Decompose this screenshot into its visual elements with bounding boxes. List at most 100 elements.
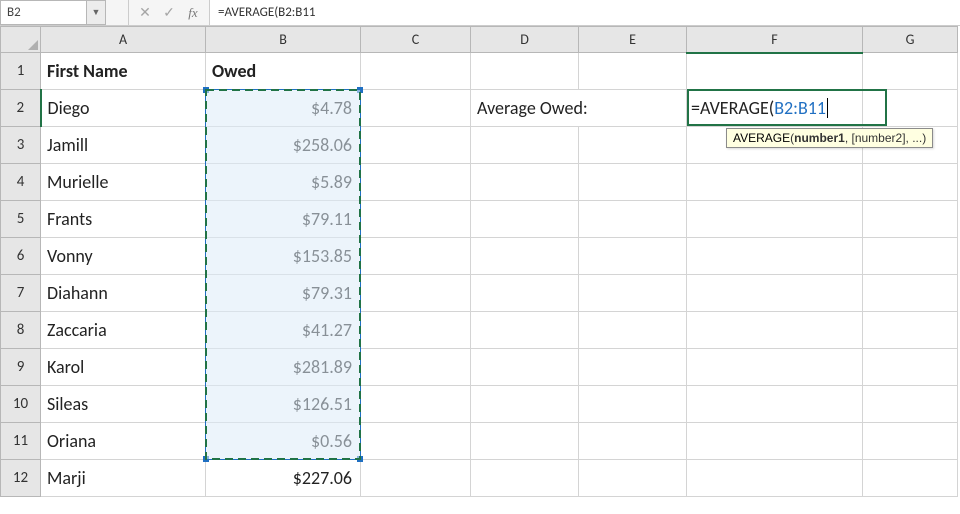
cell-F11[interactable] bbox=[687, 423, 863, 460]
cell-F4[interactable] bbox=[687, 164, 863, 201]
cell-D10[interactable] bbox=[471, 386, 579, 423]
cell-A9[interactable]: Karol bbox=[41, 349, 206, 386]
row-header-9[interactable]: 9 bbox=[1, 349, 41, 386]
row-header-11[interactable]: 11 bbox=[1, 423, 41, 460]
cell-A7[interactable]: Diahann bbox=[41, 275, 206, 312]
cell-B9[interactable]: $281.89 bbox=[206, 349, 361, 386]
cell-F6[interactable] bbox=[687, 238, 863, 275]
cell-E11[interactable] bbox=[579, 423, 687, 460]
cell-A10[interactable]: Sileas bbox=[41, 386, 206, 423]
cell-G4[interactable] bbox=[863, 164, 958, 201]
select-all-corner[interactable] bbox=[1, 27, 41, 53]
row-header-3[interactable]: 3 bbox=[1, 127, 41, 164]
formula-bar-input[interactable]: =AVERAGE(B2:B11 bbox=[209, 0, 960, 25]
row-header-4[interactable]: 4 bbox=[1, 164, 41, 201]
cell-D5[interactable] bbox=[471, 201, 579, 238]
cell-B1[interactable]: Owed bbox=[206, 53, 361, 90]
cell-G5[interactable] bbox=[863, 201, 958, 238]
cell-F8[interactable] bbox=[687, 312, 863, 349]
cell-F12[interactable] bbox=[687, 460, 863, 497]
cancel-icon[interactable]: ✕ bbox=[135, 3, 155, 23]
row-header-8[interactable]: 8 bbox=[1, 312, 41, 349]
cell-D8[interactable] bbox=[471, 312, 579, 349]
cell-G8[interactable] bbox=[863, 312, 958, 349]
cell-E5[interactable] bbox=[579, 201, 687, 238]
cell-B2[interactable]: $4.78 bbox=[206, 90, 361, 127]
cell-G9[interactable] bbox=[863, 349, 958, 386]
cell-F9[interactable] bbox=[687, 349, 863, 386]
cell-F2[interactable]: =AVERAGE(B2:B11 bbox=[687, 90, 863, 127]
cell-D2[interactable]: Average Owed: bbox=[471, 90, 687, 127]
cell-B8[interactable]: $41.27 bbox=[206, 312, 361, 349]
row-header-5[interactable]: 5 bbox=[1, 201, 41, 238]
cell-A2[interactable]: Diego bbox=[41, 90, 206, 127]
cell-D3[interactable] bbox=[471, 127, 579, 164]
cell-B12[interactable]: $227.06 bbox=[206, 460, 361, 497]
cell-A6[interactable]: Vonny bbox=[41, 238, 206, 275]
cell-E4[interactable] bbox=[579, 164, 687, 201]
cell-B5[interactable]: $79.11 bbox=[206, 201, 361, 238]
col-header-C[interactable]: C bbox=[361, 27, 471, 53]
cell-F5[interactable] bbox=[687, 201, 863, 238]
cell-F10[interactable] bbox=[687, 386, 863, 423]
cell-D6[interactable] bbox=[471, 238, 579, 275]
cell-C3[interactable] bbox=[361, 127, 471, 164]
cell-E10[interactable] bbox=[579, 386, 687, 423]
cell-D1[interactable] bbox=[471, 53, 579, 90]
cell-B7[interactable]: $79.31 bbox=[206, 275, 361, 312]
row-header-1[interactable]: 1 bbox=[1, 53, 41, 90]
cell-B3[interactable]: $258.06 bbox=[206, 127, 361, 164]
enter-icon[interactable]: ✓ bbox=[159, 3, 179, 23]
cell-E9[interactable] bbox=[579, 349, 687, 386]
cell-G2[interactable] bbox=[863, 90, 958, 127]
col-header-E[interactable]: E bbox=[579, 27, 687, 53]
cell-G6[interactable] bbox=[863, 238, 958, 275]
row-header-6[interactable]: 6 bbox=[1, 238, 41, 275]
cell-D12[interactable] bbox=[471, 460, 579, 497]
cell-C10[interactable] bbox=[361, 386, 471, 423]
cell-G10[interactable] bbox=[863, 386, 958, 423]
row-header-12[interactable]: 12 bbox=[1, 460, 41, 497]
cell-E8[interactable] bbox=[579, 312, 687, 349]
cell-C9[interactable] bbox=[361, 349, 471, 386]
cell-A3[interactable]: Jamill bbox=[41, 127, 206, 164]
cell-C1[interactable] bbox=[361, 53, 471, 90]
cell-B11[interactable]: $0.56 bbox=[206, 423, 361, 460]
row-header-10[interactable]: 10 bbox=[1, 386, 41, 423]
cell-C6[interactable] bbox=[361, 238, 471, 275]
name-box-dropdown[interactable]: ▼ bbox=[86, 0, 106, 25]
cell-E1[interactable] bbox=[579, 53, 687, 90]
col-header-A[interactable]: A bbox=[41, 27, 206, 53]
cell-F1[interactable] bbox=[687, 53, 863, 90]
cell-C11[interactable] bbox=[361, 423, 471, 460]
cell-B6[interactable]: $153.85 bbox=[206, 238, 361, 275]
cell-A8[interactable]: Zaccaria bbox=[41, 312, 206, 349]
col-header-G[interactable]: G bbox=[863, 27, 958, 53]
cell-D9[interactable] bbox=[471, 349, 579, 386]
cell-E3[interactable] bbox=[579, 127, 687, 164]
cell-G11[interactable] bbox=[863, 423, 958, 460]
cell-G12[interactable] bbox=[863, 460, 958, 497]
cell-D11[interactable] bbox=[471, 423, 579, 460]
row-header-2[interactable]: 2 bbox=[1, 90, 41, 127]
cell-A1[interactable]: First Name bbox=[41, 53, 206, 90]
name-box[interactable]: B2 bbox=[0, 0, 86, 25]
cell-E12[interactable] bbox=[579, 460, 687, 497]
cell-C5[interactable] bbox=[361, 201, 471, 238]
cell-B4[interactable]: $5.89 bbox=[206, 164, 361, 201]
cell-D4[interactable] bbox=[471, 164, 579, 201]
cell-A11[interactable]: Oriana bbox=[41, 423, 206, 460]
col-header-B[interactable]: B bbox=[206, 27, 361, 53]
col-header-F[interactable]: F bbox=[687, 27, 863, 53]
cell-F7[interactable] bbox=[687, 275, 863, 312]
cell-G7[interactable] bbox=[863, 275, 958, 312]
cell-E6[interactable] bbox=[579, 238, 687, 275]
cell-E7[interactable] bbox=[579, 275, 687, 312]
cell-C7[interactable] bbox=[361, 275, 471, 312]
cell-A12[interactable]: Marji bbox=[41, 460, 206, 497]
col-header-D[interactable]: D bbox=[471, 27, 579, 53]
cell-G1[interactable] bbox=[863, 53, 958, 90]
cell-C2[interactable] bbox=[361, 90, 471, 127]
cell-A4[interactable]: Murielle bbox=[41, 164, 206, 201]
cell-C4[interactable] bbox=[361, 164, 471, 201]
